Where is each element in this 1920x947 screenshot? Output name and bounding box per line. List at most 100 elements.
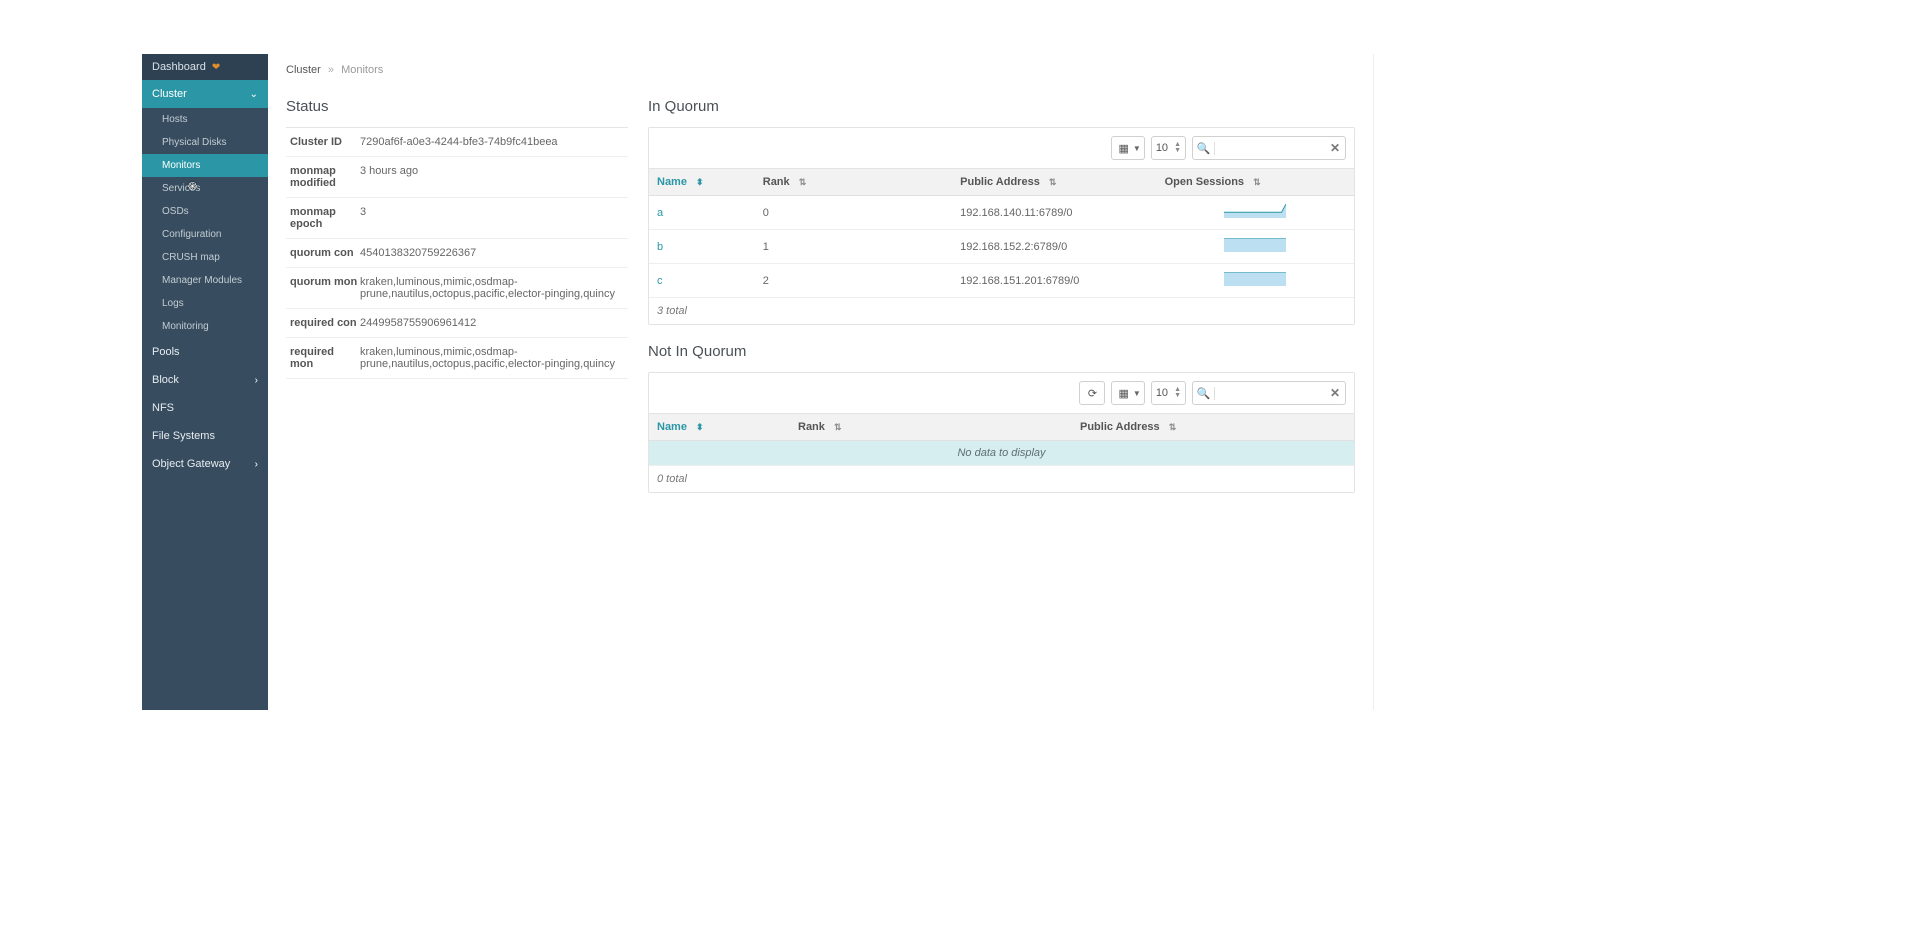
status-value: 4540138320759226367: [360, 247, 476, 259]
cell-sessions: [1157, 230, 1354, 264]
cell-sessions: [1157, 196, 1354, 230]
col-public-address[interactable]: Public Address ⇅: [1072, 414, 1354, 441]
col-open-sessions[interactable]: Open Sessions ⇅: [1157, 169, 1354, 196]
cell-address: 192.168.151.201:6789/0: [952, 264, 1156, 298]
sidebar-sub-label: OSDs: [162, 206, 189, 217]
search-input[interactable]: [1215, 137, 1325, 159]
monitor-link[interactable]: b: [657, 241, 663, 253]
status-table: Cluster ID 7290af6f-a0e3-4244-bfe3-74b9f…: [286, 127, 628, 379]
status-section: Status Cluster ID 7290af6f-a0e3-4244-bfe…: [286, 98, 628, 511]
sidebar-sub-crush-map[interactable]: CRUSH map: [142, 246, 268, 269]
cell-name: c: [649, 264, 755, 298]
col-rank[interactable]: Rank ⇅: [755, 169, 952, 196]
sidebar-item-block[interactable]: Block ›: [142, 366, 268, 394]
sidebar-sub-hosts[interactable]: Hosts: [142, 108, 268, 131]
col-public-address[interactable]: Public Address ⇅: [952, 169, 1156, 196]
sidebar-item-object-gateway[interactable]: Object Gateway ›: [142, 450, 268, 478]
status-title: Status: [286, 98, 628, 115]
col-name[interactable]: Name ⬍: [649, 414, 790, 441]
chevron-right-icon: ›: [255, 459, 258, 470]
sidebar-item-label: Cluster: [152, 88, 187, 100]
search-icon: 🔍: [1193, 387, 1215, 400]
status-value: 3: [360, 206, 366, 230]
stepper-down-icon[interactable]: ▼: [1174, 393, 1181, 399]
pagesize-value: 10: [1156, 387, 1168, 399]
sort-icon: ⇅: [834, 422, 840, 433]
breadcrumb-separator-icon: »: [328, 64, 334, 76]
status-row: required con 2449958755906961412: [286, 309, 628, 338]
clear-search-icon[interactable]: ✕: [1325, 386, 1345, 400]
status-key: monmap modified: [290, 165, 360, 189]
sort-icon: ⇅: [1169, 422, 1175, 433]
sidebar-item-file-systems[interactable]: File Systems: [142, 422, 268, 450]
status-row: Cluster ID 7290af6f-a0e3-4244-bfe3-74b9f…: [286, 128, 628, 157]
sidebar-item-pools[interactable]: Pools: [142, 338, 268, 366]
status-key: quorum con: [290, 247, 360, 259]
sidebar-sub-configuration[interactable]: Configuration: [142, 223, 268, 246]
monitor-link[interactable]: a: [657, 207, 663, 219]
breadcrumb-root[interactable]: Cluster: [286, 64, 321, 76]
table-row: a0192.168.140.11:6789/0: [649, 196, 1354, 230]
sidebar-sub-manager-modules[interactable]: Manager Modules: [142, 269, 268, 292]
chevron-right-icon: ›: [255, 375, 258, 386]
refresh-icon: ⟳: [1088, 387, 1097, 400]
status-value: 2449958755906961412: [360, 317, 476, 329]
status-key: monmap epoch: [290, 206, 360, 230]
sidebar-item-cluster[interactable]: Cluster ⌄: [142, 80, 268, 108]
columns-toggle-button[interactable]: ▦ ▼: [1111, 136, 1144, 160]
sidebar-sub-osds[interactable]: OSDs: [142, 200, 268, 223]
pagesize-stepper[interactable]: 10 ▲ ▼: [1151, 136, 1186, 160]
sort-asc-icon: ⬍: [696, 422, 702, 433]
cell-sessions: [1157, 264, 1354, 298]
in-quorum-title: In Quorum: [648, 98, 1355, 115]
cell-address: 192.168.152.2:6789/0: [952, 230, 1156, 264]
columns-icon: ▦: [1118, 387, 1128, 400]
status-row: quorum con 4540138320759226367: [286, 239, 628, 268]
columns-toggle-button[interactable]: ▦ ▼: [1111, 381, 1144, 405]
search-box: 🔍 ✕: [1192, 381, 1346, 405]
in-quorum-toolbar: ▦ ▼ 10 ▲ ▼ 🔍 ✕: [649, 128, 1354, 169]
col-name[interactable]: Name ⬍: [649, 169, 755, 196]
sidebar-sub-monitors[interactable]: Monitors: [142, 154, 268, 177]
breadcrumb-current: Monitors: [341, 64, 383, 76]
no-data-row: No data to display: [649, 441, 1354, 466]
status-row: quorum mon kraken,luminous,mimic,osdmap-…: [286, 268, 628, 309]
sidebar-sub-monitoring[interactable]: Monitoring: [142, 315, 268, 338]
sidebar-sub-logs[interactable]: Logs: [142, 292, 268, 315]
status-value: kraken,luminous,mimic,osdmap-prune,nauti…: [360, 276, 624, 300]
sidebar-sub-label: CRUSH map: [162, 252, 220, 263]
not-in-quorum-toolbar: ⟳ ▦ ▼ 10 ▲ ▼: [649, 373, 1354, 414]
in-quorum-table: Name ⬍ Rank ⇅ Public Address ⇅: [649, 169, 1354, 298]
cell-name: a: [649, 196, 755, 230]
col-rank[interactable]: Rank ⇅: [790, 414, 1072, 441]
breadcrumb: Cluster » Monitors: [286, 64, 1355, 76]
search-icon: 🔍: [1193, 142, 1215, 155]
sidebar-sub-label: Configuration: [162, 229, 221, 240]
sidebar-sub-label: Logs: [162, 298, 184, 309]
sidebar-sub-services[interactable]: Services: [142, 177, 268, 200]
sidebar-sub-physical-disks[interactable]: Physical Disks: [142, 131, 268, 154]
sidebar-item-nfs[interactable]: NFS: [142, 394, 268, 422]
status-key: required con: [290, 317, 360, 329]
status-row: monmap epoch 3: [286, 198, 628, 239]
brand-header[interactable]: Dashboard ❤: [142, 54, 268, 80]
not-in-quorum-footer: 0 total: [649, 466, 1354, 492]
caret-down-icon: ▼: [1133, 144, 1141, 153]
monitor-link[interactable]: c: [657, 275, 663, 287]
search-input[interactable]: [1215, 382, 1325, 404]
pagesize-stepper[interactable]: 10 ▲ ▼: [1151, 381, 1186, 405]
clear-search-icon[interactable]: ✕: [1325, 141, 1345, 155]
status-value: kraken,luminous,mimic,osdmap-prune,nauti…: [360, 346, 624, 370]
sidebar-item-label: Pools: [152, 346, 180, 358]
cell-rank: 0: [755, 196, 952, 230]
stepper-down-icon[interactable]: ▼: [1174, 148, 1181, 154]
in-quorum-panel: ▦ ▼ 10 ▲ ▼ 🔍 ✕: [648, 127, 1355, 325]
sort-icon: ⇅: [1253, 177, 1259, 188]
caret-down-icon: ▼: [1133, 389, 1141, 398]
table-row: b1192.168.152.2:6789/0: [649, 230, 1354, 264]
not-in-quorum-table: Name ⬍ Rank ⇅ Public Address ⇅: [649, 414, 1354, 466]
sidebar: Dashboard ❤ Cluster ⌄ Hosts Physical Dis…: [142, 54, 268, 710]
refresh-button[interactable]: ⟳: [1079, 381, 1105, 405]
sidebar-sub-label: Monitors: [162, 160, 200, 171]
search-box: 🔍 ✕: [1192, 136, 1346, 160]
